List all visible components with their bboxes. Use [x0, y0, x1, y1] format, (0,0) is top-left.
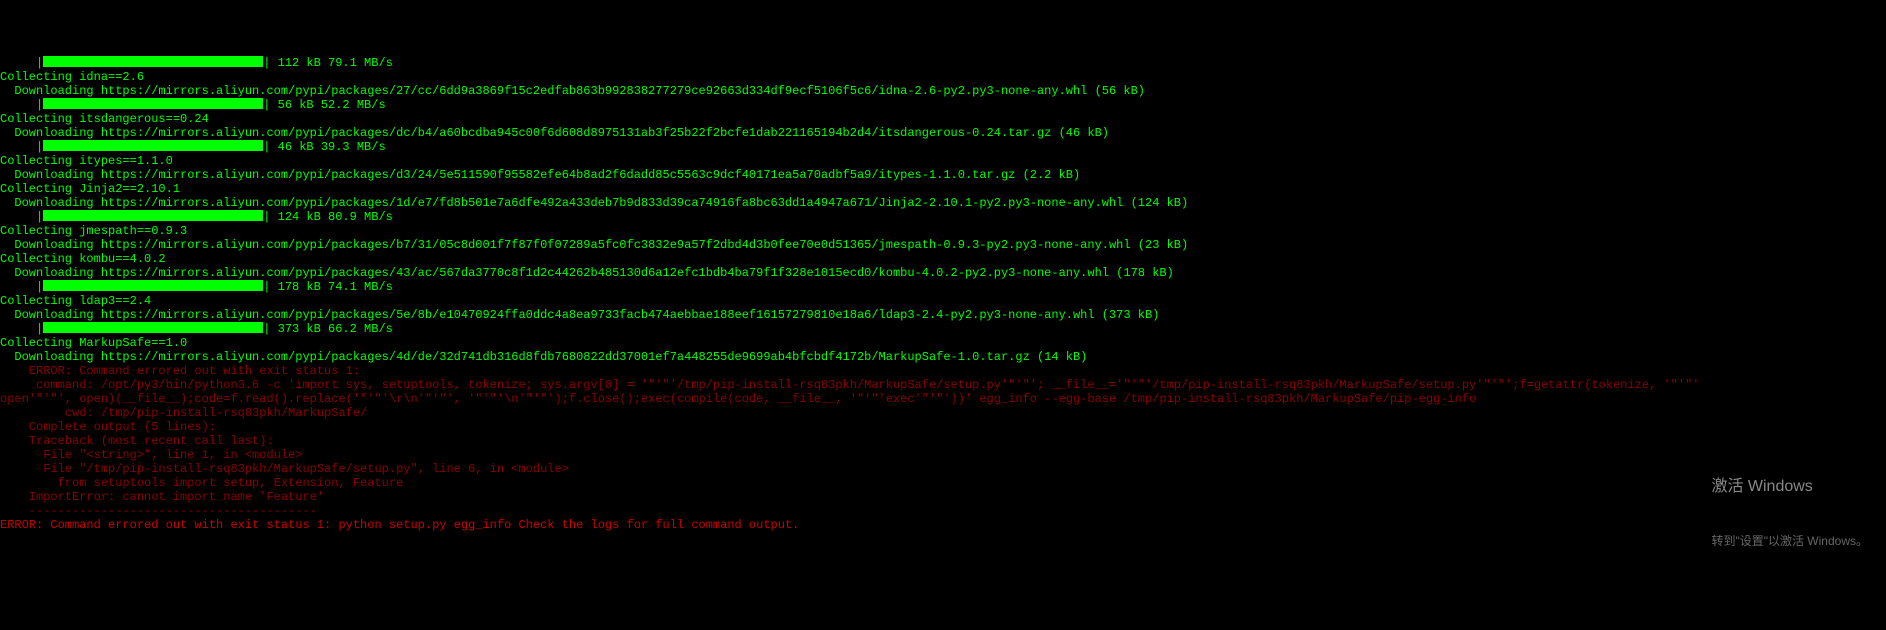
terminal-line: Downloading https://mirrors.aliyun.com/p… [0, 126, 1886, 140]
progress-text: | 46 kB 39.3 MB/s [263, 140, 385, 154]
terminal-line: | | 178 kB 74.1 MB/s [0, 280, 1886, 294]
progress-prefix: | [0, 140, 43, 154]
terminal-line: Downloading https://mirrors.aliyun.com/p… [0, 350, 1886, 364]
terminal-line: Collecting Jinja2==2.10.1 [0, 182, 1886, 196]
progress-text: | 124 kB 80.9 MB/s [263, 210, 393, 224]
progress-bar [43, 98, 263, 109]
terminal-line: Collecting itypes==1.1.0 [0, 154, 1886, 168]
terminal-line: Collecting itsdangerous==0.24 [0, 112, 1886, 126]
progress-prefix: | [0, 280, 43, 294]
terminal-line: | | 56 kB 52.2 MB/s [0, 98, 1886, 112]
progress-text: | 178 kB 74.1 MB/s [263, 280, 393, 294]
terminal-line: cwd: /tmp/pip-install-rsq83pkh/MarkupSaf… [0, 406, 1886, 420]
terminal-line: | | 373 kB 66.2 MB/s [0, 322, 1886, 336]
progress-text: | 56 kB 52.2 MB/s [263, 98, 385, 112]
progress-bar [43, 210, 263, 221]
progress-prefix: | [0, 210, 43, 224]
terminal-line: Complete output (5 lines): [0, 420, 1886, 434]
terminal-line: ERROR: Command errored out with exit sta… [0, 364, 1886, 378]
progress-prefix: | [0, 322, 43, 336]
terminal-line: Downloading https://mirrors.aliyun.com/p… [0, 266, 1886, 280]
terminal-line: command: /opt/py3/bin/python3.6 -c 'impo… [0, 378, 1886, 392]
terminal-line: Downloading https://mirrors.aliyun.com/p… [0, 308, 1886, 322]
terminal-line: from setuptools import setup, Extension,… [0, 476, 1886, 490]
terminal-line: Downloading https://mirrors.aliyun.com/p… [0, 238, 1886, 252]
terminal-line: | | 46 kB 39.3 MB/s [0, 140, 1886, 154]
terminal-output: || 112 kB 79.1 MB/sCollecting idna==2.6 … [0, 56, 1886, 532]
terminal-line: open'"'"', open)(__file__);code=f.read()… [0, 392, 1886, 406]
terminal-line: | | 124 kB 80.9 MB/s [0, 210, 1886, 224]
terminal-line: Downloading https://mirrors.aliyun.com/p… [0, 196, 1886, 210]
terminal-line: Collecting ldap3==2.4 [0, 294, 1886, 308]
progress-prefix: | [0, 98, 43, 112]
watermark-title: 激活 Windows [1711, 478, 1868, 496]
terminal-line: Collecting MarkupSafe==1.0 [0, 336, 1886, 350]
progress-prefix: | [0, 56, 43, 70]
progress-bar [43, 322, 263, 333]
terminal-line: Traceback (most recent call last): [0, 434, 1886, 448]
terminal-line: ERROR: Command errored out with exit sta… [0, 518, 1886, 532]
progress-bar [43, 280, 263, 291]
terminal-line: File "<string>", line 1, in <module> [0, 448, 1886, 462]
terminal-line: ---------------------------------------- [0, 504, 1886, 518]
terminal-line: Collecting kombu==4.0.2 [0, 252, 1886, 266]
watermark-subtitle: 转到"设置"以激活 Windows。 [1711, 532, 1868, 550]
terminal-line: | | 112 kB 79.1 MB/s [0, 56, 1886, 70]
terminal-line: Downloading https://mirrors.aliyun.com/p… [0, 168, 1886, 182]
terminal-line: Collecting jmespath==0.9.3 [0, 224, 1886, 238]
terminal-line: File "/tmp/pip-install-rsq83pkh/MarkupSa… [0, 462, 1886, 476]
progress-bar [43, 56, 263, 67]
progress-text: | 112 kB 79.1 MB/s [263, 56, 393, 70]
windows-activation-watermark: 激活 Windows 转到"设置"以激活 Windows。 [1711, 442, 1868, 568]
progress-bar [43, 140, 263, 151]
terminal-line: Downloading https://mirrors.aliyun.com/p… [0, 84, 1886, 98]
terminal-line: Collecting idna==2.6 [0, 70, 1886, 84]
progress-text: | 373 kB 66.2 MB/s [263, 322, 393, 336]
terminal-line: ImportError: cannot import name 'Feature… [0, 490, 1886, 504]
